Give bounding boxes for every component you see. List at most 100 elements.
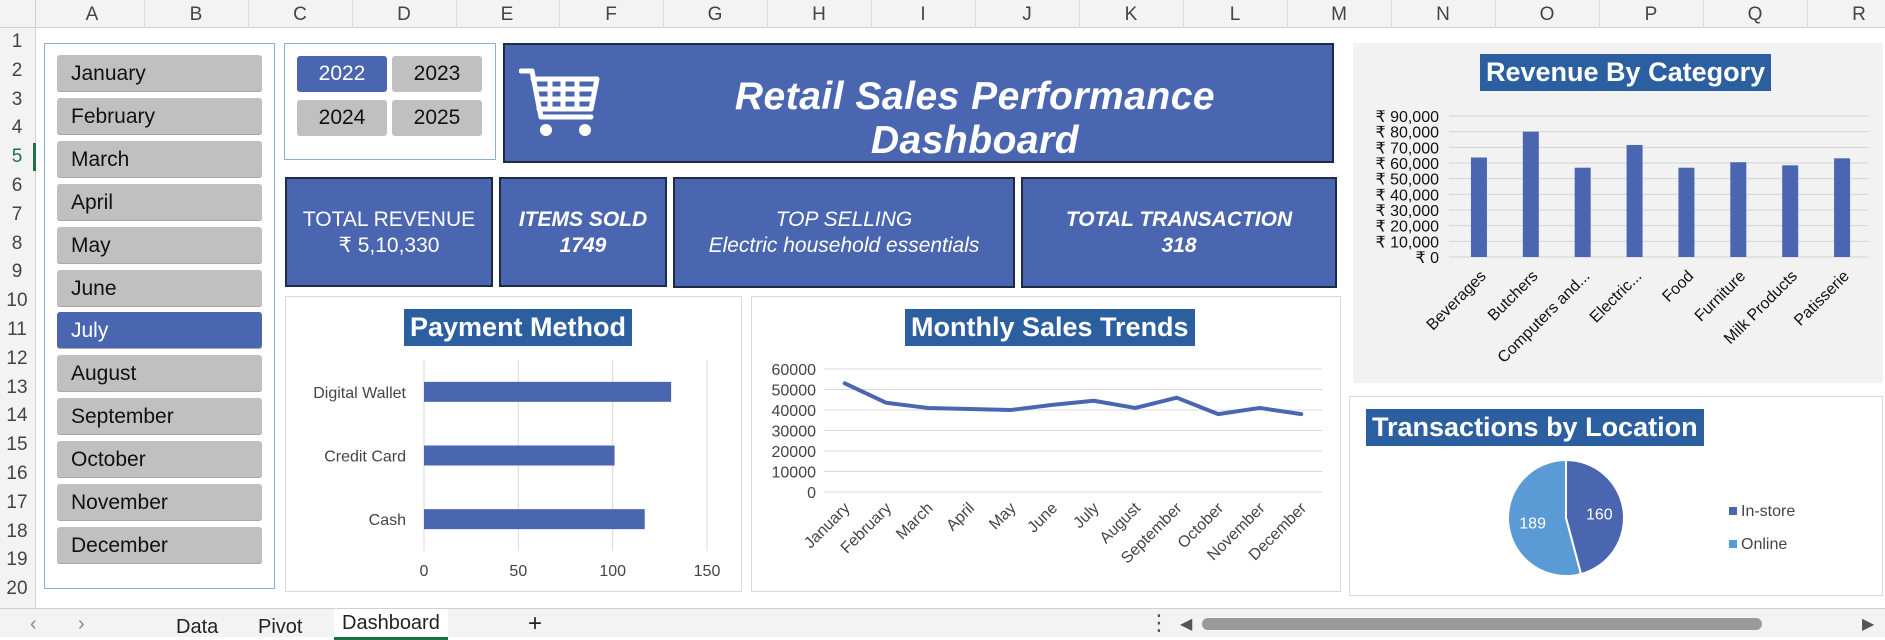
month-button-april[interactable]: April: [57, 183, 262, 221]
bar-patisserie: [1834, 158, 1851, 257]
y-tick-label: ₹ 70,000: [1375, 140, 1439, 157]
legend-swatch: [1729, 507, 1737, 515]
row-header-17[interactable]: 17: [0, 492, 34, 514]
column-header-r[interactable]: R: [1839, 4, 1879, 26]
x-tick-label: Computers and...: [1495, 268, 1594, 367]
year-button-2025[interactable]: 2025: [392, 100, 482, 136]
bar-milk-products: [1782, 165, 1799, 257]
tab-pivot[interactable]: Pivot: [258, 616, 302, 639]
year-button-2022[interactable]: 2022: [297, 56, 387, 92]
column-header-q[interactable]: Q: [1735, 4, 1775, 26]
column-header-e[interactable]: E: [487, 4, 527, 26]
month-button-august[interactable]: August: [57, 355, 262, 393]
bar-food: [1678, 167, 1695, 257]
row-header-11[interactable]: 11: [0, 319, 34, 341]
y-tick-label: ₹ 40,000: [1375, 187, 1439, 204]
next-sheet-icon[interactable]: ›: [78, 613, 85, 636]
horizontal-scrollbar-thumb[interactable]: [1202, 618, 1762, 630]
column-header-f[interactable]: F: [591, 4, 631, 26]
revenue-category-chart[interactable]: ₹ 0 ₹ 10,000 ₹ 20,000 ₹ 30,000 ₹ 40,000 ₹ 50,…: [1353, 43, 1883, 383]
row-header-16[interactable]: 16: [0, 463, 34, 485]
column-header-h[interactable]: H: [799, 4, 839, 26]
row-header-2[interactable]: 2: [0, 60, 34, 82]
row-header-1[interactable]: 1: [0, 31, 34, 53]
year-slicer: 2022 2023 2024 2025: [284, 43, 496, 160]
month-button-january[interactable]: January: [57, 55, 262, 92]
column-header-j[interactable]: J: [1007, 4, 1047, 26]
kpi-total-transaction: TOTAL TRANSACTION 318: [1021, 177, 1337, 288]
kpi-items-value: 1749: [559, 234, 607, 257]
row-header-19[interactable]: 19: [0, 549, 34, 571]
row-header-5[interactable]: 5: [0, 146, 34, 168]
month-button-december[interactable]: December: [57, 526, 262, 564]
month-button-november[interactable]: November: [57, 484, 262, 521]
row-header-20[interactable]: 20: [0, 578, 34, 600]
year-button-2023[interactable]: 2023: [392, 56, 482, 92]
column-header-g[interactable]: G: [695, 4, 735, 26]
column-header-i[interactable]: I: [903, 4, 943, 26]
column-header-o[interactable]: O: [1527, 4, 1567, 26]
month-button-september[interactable]: September: [57, 398, 262, 436]
column-header-p[interactable]: P: [1631, 4, 1671, 26]
column-header-c[interactable]: C: [280, 4, 320, 26]
tab-dashboard[interactable]: Dashboard: [334, 609, 448, 640]
row-header-14[interactable]: 14: [0, 405, 34, 427]
row-header-8[interactable]: 8: [0, 233, 34, 255]
column-header-n[interactable]: N: [1423, 4, 1463, 26]
bar-credit-card: [424, 445, 615, 466]
monthly-chart-plot: 0100002000030000400005000060000JanuaryFe…: [772, 362, 1322, 567]
location-chart[interactable]: Transactions by Location 160 189 In-store O…: [1349, 396, 1883, 596]
scroll-right-icon[interactable]: ▶: [1862, 614, 1874, 634]
year-button-2024[interactable]: 2024: [297, 100, 387, 136]
month-button-march[interactable]: March: [57, 140, 262, 178]
column-header-m[interactable]: M: [1319, 4, 1359, 26]
row-header-12[interactable]: 12: [0, 348, 34, 370]
y-tick-label: 10000: [772, 465, 817, 482]
column-divider: [1703, 0, 1704, 28]
month-button-june[interactable]: June: [57, 269, 262, 307]
data-point-march: [926, 406, 930, 410]
row-header-13[interactable]: 13: [0, 377, 34, 399]
column-header-a[interactable]: A: [72, 4, 112, 26]
month-button-february[interactable]: February: [57, 97, 262, 135]
x-tick-label: July: [1070, 500, 1102, 532]
column-divider: [559, 0, 560, 28]
payment-method-chart[interactable]: Payment Method 0 50 100 150 Digital Wallet Cr…: [285, 296, 742, 592]
column-divider: [767, 0, 768, 28]
monthly-sales-chart[interactable]: Monthly Sales Trends 0 10000 20000 30000 400…: [751, 296, 1341, 592]
legend-swatch: [1729, 540, 1737, 548]
scroll-left-icon[interactable]: ◀: [1180, 614, 1192, 634]
month-button-may[interactable]: May: [57, 226, 262, 264]
column-header-k[interactable]: K: [1111, 4, 1151, 26]
row-header-18[interactable]: 18: [0, 521, 34, 543]
x-tick-label: Beverages: [1424, 268, 1490, 334]
row-header-10[interactable]: 10: [0, 290, 34, 312]
row-header-15[interactable]: 15: [0, 434, 34, 456]
month-button-october[interactable]: October: [57, 441, 262, 479]
x-tick-label: April: [943, 500, 978, 535]
column-header-d[interactable]: D: [384, 4, 424, 26]
row-header-4[interactable]: 4: [0, 117, 34, 139]
data-point-october: [1216, 412, 1220, 416]
month-button-july[interactable]: July: [57, 312, 262, 350]
x-tick-label: June: [1025, 500, 1062, 537]
x-tick-label: 50: [509, 563, 527, 580]
row-header-7[interactable]: 7: [0, 204, 34, 226]
add-sheet-button[interactable]: +: [528, 610, 542, 638]
shopping-cart-icon: [519, 68, 600, 136]
kpi-total-revenue: TOTAL REVENUE ₹ 5,10,330: [285, 177, 493, 287]
data-point-january: [843, 381, 847, 385]
dashboard-banner: Retail Sales Performance Dashboard: [503, 43, 1334, 163]
row-header-6[interactable]: 6: [0, 175, 34, 197]
column-header-b[interactable]: B: [176, 4, 216, 26]
select-all-corner[interactable]: [0, 0, 36, 28]
column-divider: [248, 0, 249, 28]
row-header-3[interactable]: 3: [0, 89, 34, 111]
row-header-9[interactable]: 9: [0, 261, 34, 283]
more-options-icon[interactable]: ⋮: [1148, 610, 1170, 636]
tab-data[interactable]: Data: [176, 616, 218, 639]
column-divider: [1495, 0, 1496, 28]
prev-sheet-icon[interactable]: ‹: [30, 613, 37, 636]
column-header-l[interactable]: L: [1215, 4, 1255, 26]
x-tick-label: Food: [1659, 268, 1697, 306]
